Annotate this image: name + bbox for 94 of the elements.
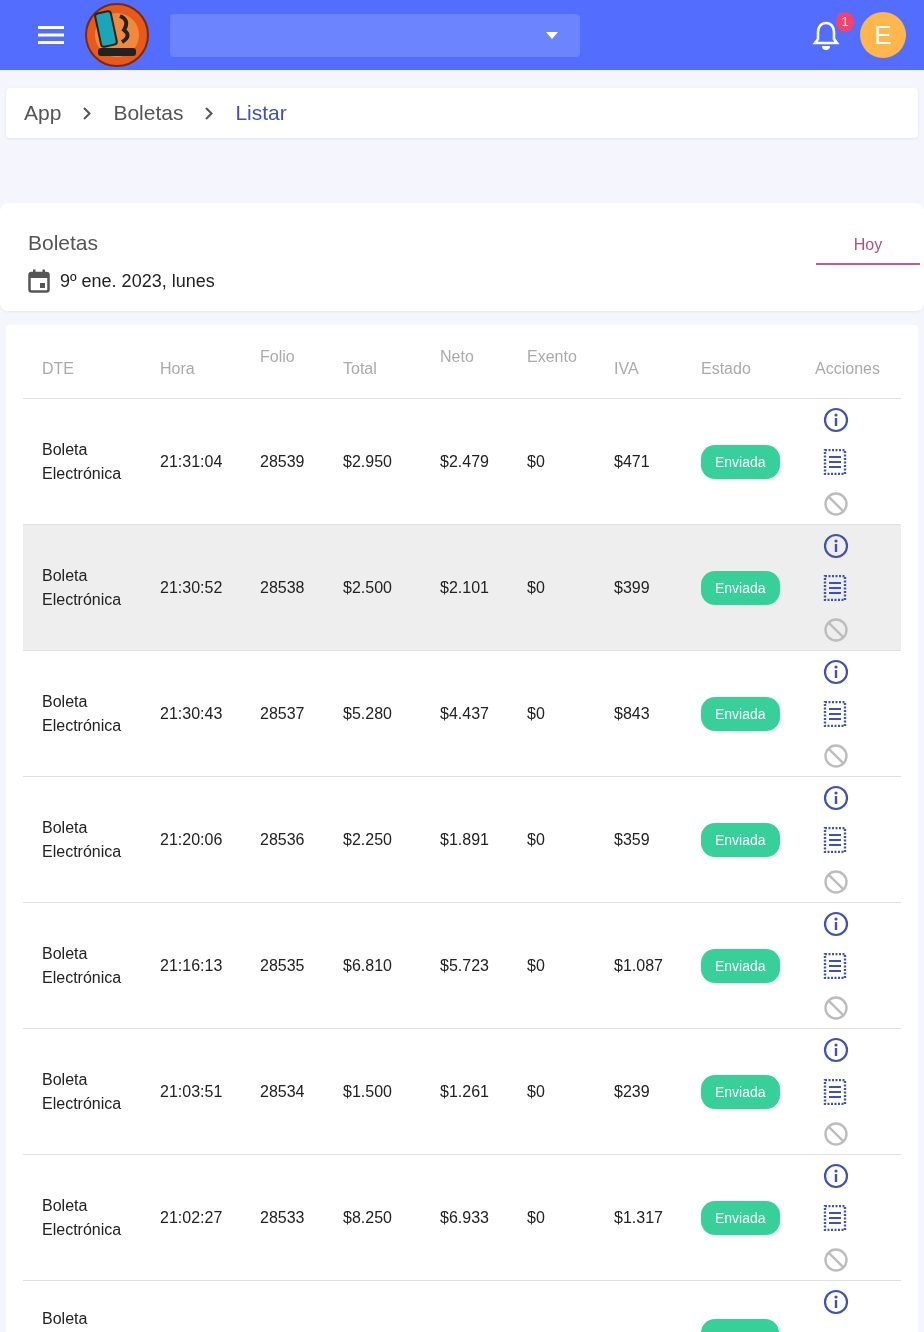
breadcrumb-link[interactable]: Listar: [235, 101, 287, 125]
status-badge: Enviada: [701, 444, 780, 479]
table-cell-text: Boleta Electrónica: [42, 1069, 123, 1114]
receipt-icon[interactable]: [823, 826, 847, 853]
table-cell-text: $2.500: [343, 577, 393, 598]
table-cell-text: 21:20:06: [160, 829, 224, 850]
table-cell-text: $1.087: [614, 955, 664, 976]
table-row[interactable]: Boleta Electrónica 21:03:51 28534 $1.500 $1.261 $0 $239 Enviada: [23, 1029, 901, 1155]
table-cell-text: $0: [527, 577, 546, 598]
table-cell-text: $0: [527, 1081, 546, 1102]
info-icon[interactable]: [823, 532, 849, 559]
status-badge: Enviada: [701, 822, 780, 857]
receipt-icon[interactable]: [823, 1078, 847, 1105]
card-title: Boletas: [28, 231, 100, 255]
table-cell-text: $0: [527, 703, 546, 724]
table-cell-text: $4.437: [440, 703, 490, 724]
date-text: 9º ene. 2023, lunes: [60, 270, 215, 292]
table-cell-text: 28533: [260, 1207, 306, 1228]
table-cell-text: $399: [614, 577, 651, 598]
table-row[interactable]: Boleta Electrónica 21:20:06 28536 $2.250 $1.891 $0 $359 Enviada: [23, 777, 901, 903]
table-cell-text: $359: [614, 829, 651, 850]
table-cell-text: $8.250: [343, 1207, 393, 1228]
table-cell-text: $2.101: [440, 577, 490, 598]
table-cell-text: $471: [614, 451, 651, 472]
receipt-icon[interactable]: [823, 700, 847, 727]
table-cell-text: 21:16:13: [160, 955, 224, 976]
status-badge: Enviada: [701, 1074, 780, 1109]
table-cell-text: Boleta Electrónica: [42, 1195, 123, 1240]
table-cell-text: 28537: [260, 703, 306, 724]
calendar-icon: [28, 269, 50, 293]
table-cell-text: 28536: [260, 829, 306, 850]
table-row[interactable]: Boleta Electrónica 21:16:13 28535 $6.810 $5.723 $0 $1.087 Enviada: [23, 903, 901, 1029]
table-cell-text: $1.317: [614, 1207, 664, 1228]
table-cell-text: Boleta Electrónica: [42, 439, 123, 484]
table-cell-text: $0: [527, 955, 546, 976]
table-row[interactable]: Boleta Electrónica 21:30:43 28537 $5.280 $4.437 $0 $843 Enviada: [23, 651, 901, 777]
receipt-icon[interactable]: [823, 448, 847, 475]
table-cell-text: Boleta Electrónica: [42, 943, 123, 988]
caret-icon: [546, 31, 558, 39]
status-badge: Enviada: [701, 696, 780, 731]
receipt-icon[interactable]: [823, 574, 847, 601]
table-cell-text: Boleta Electrónica: [42, 817, 123, 862]
table-row[interactable]: Boleta: [23, 1281, 901, 1332]
table-cell-text: $0: [527, 1207, 546, 1228]
breadcrumb-link[interactable]: Boletas: [113, 101, 184, 125]
receipt-icon[interactable]: [823, 1204, 847, 1231]
table-cell-text: 21:30:43: [160, 703, 224, 724]
table-cell-text: Boleta: [42, 1309, 89, 1329]
table-cell-text: $0: [527, 829, 546, 850]
info-icon[interactable]: [823, 1036, 849, 1063]
menu-icon[interactable]: [38, 26, 64, 44]
table-cell-text: $5.723: [440, 955, 490, 976]
table-cell-text: Boleta Electrónica: [42, 691, 123, 736]
table-cell-text: $1.891: [440, 829, 490, 850]
table-cell-text: $843: [614, 703, 651, 724]
logo-icon: [84, 2, 150, 68]
info-icon[interactable]: [823, 1162, 849, 1189]
breadcrumb-link[interactable]: App: [24, 101, 62, 125]
info-icon[interactable]: [823, 1289, 849, 1315]
table-cell-text: $1.500: [343, 1081, 393, 1102]
table-cell-text: $2.950: [343, 451, 393, 472]
table-cell-text: 21:03:51: [160, 1081, 224, 1102]
table-cell-text: Boleta Electrónica: [42, 565, 123, 610]
table-cell-text: 28535: [260, 955, 306, 976]
table-cell-text: $0: [527, 451, 546, 472]
table-row[interactable]: Boleta Electrónica 21:30:52 28538 $2.500 $2.101 $0 $399 Enviada: [23, 525, 901, 651]
dropdown-field[interactable]: [170, 13, 580, 57]
notification-count: 1: [836, 12, 854, 32]
table-cell-text: 21:31:04: [160, 451, 224, 472]
chevron-right-icon: [83, 106, 92, 120]
status-badge: Enviada: [701, 570, 780, 605]
table-cell-text: $5.280: [343, 703, 393, 724]
table-cell-text: 21:02:27: [160, 1207, 224, 1228]
table-row[interactable]: Boleta Electrónica 21:02:27 28533 $8.250 $6.933 $0 $1.317 Enviada: [23, 1155, 901, 1281]
bell-icon[interactable]: [812, 20, 840, 50]
status-badge: Enviada: [701, 1200, 780, 1235]
info-icon[interactable]: [823, 784, 849, 811]
filter-tab[interactable]: Hoy: [816, 206, 920, 265]
table-cell-text: $6.933: [440, 1207, 490, 1228]
table-cell-text: 28539: [260, 451, 306, 472]
table-cell-text: 21:30:52: [160, 577, 224, 598]
table-cell-text: $2.479: [440, 451, 490, 472]
table-cell-text: 28534: [260, 1081, 306, 1102]
status-badge: Enviada: [701, 948, 780, 983]
info-icon[interactable]: [823, 658, 849, 685]
info-icon[interactable]: [823, 910, 849, 937]
table-cell-text: $2.250: [343, 829, 393, 850]
table-cell-text: 28538: [260, 577, 306, 598]
table-cell-text: $239: [614, 1081, 651, 1102]
table-cell-text: $6.810: [343, 955, 393, 976]
table-cell-text: $1.261: [440, 1081, 490, 1102]
receipt-icon[interactable]: [823, 952, 847, 979]
info-icon[interactable]: [823, 406, 849, 433]
chevron-right-icon: [205, 106, 214, 120]
